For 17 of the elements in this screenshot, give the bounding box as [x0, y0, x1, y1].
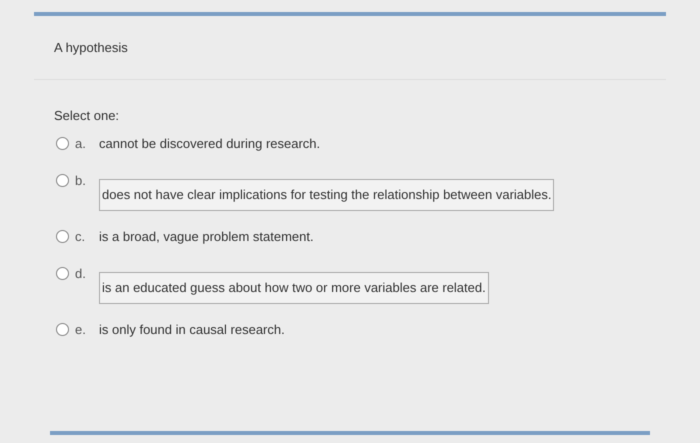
- radio-button[interactable]: [56, 136, 69, 150]
- option-letter: e.: [75, 320, 87, 338]
- option-text: is only found in causal research.: [99, 320, 285, 339]
- radio-button[interactable]: [56, 322, 69, 336]
- radio-button[interactable]: [56, 230, 69, 243]
- option-text: cannot be discovered during research.: [99, 134, 320, 153]
- select-one-prompt: Select one:: [54, 107, 120, 125]
- option-text: does not have clear implications for testing the relationship between variables.: [99, 179, 554, 210]
- question-text: A hypothesis: [54, 38, 128, 57]
- option-letter: a.: [75, 134, 87, 152]
- option-letter: c.: [75, 228, 86, 246]
- option-letter: b.: [75, 172, 87, 190]
- option-letter: d.: [75, 265, 87, 283]
- radio-button[interactable]: [56, 174, 69, 188]
- option-text: is a broad, vague problem statement.: [99, 228, 314, 246]
- radio-button[interactable]: [56, 267, 69, 280]
- option-text: is an educated guess about how two or more variables are related.: [99, 272, 489, 304]
